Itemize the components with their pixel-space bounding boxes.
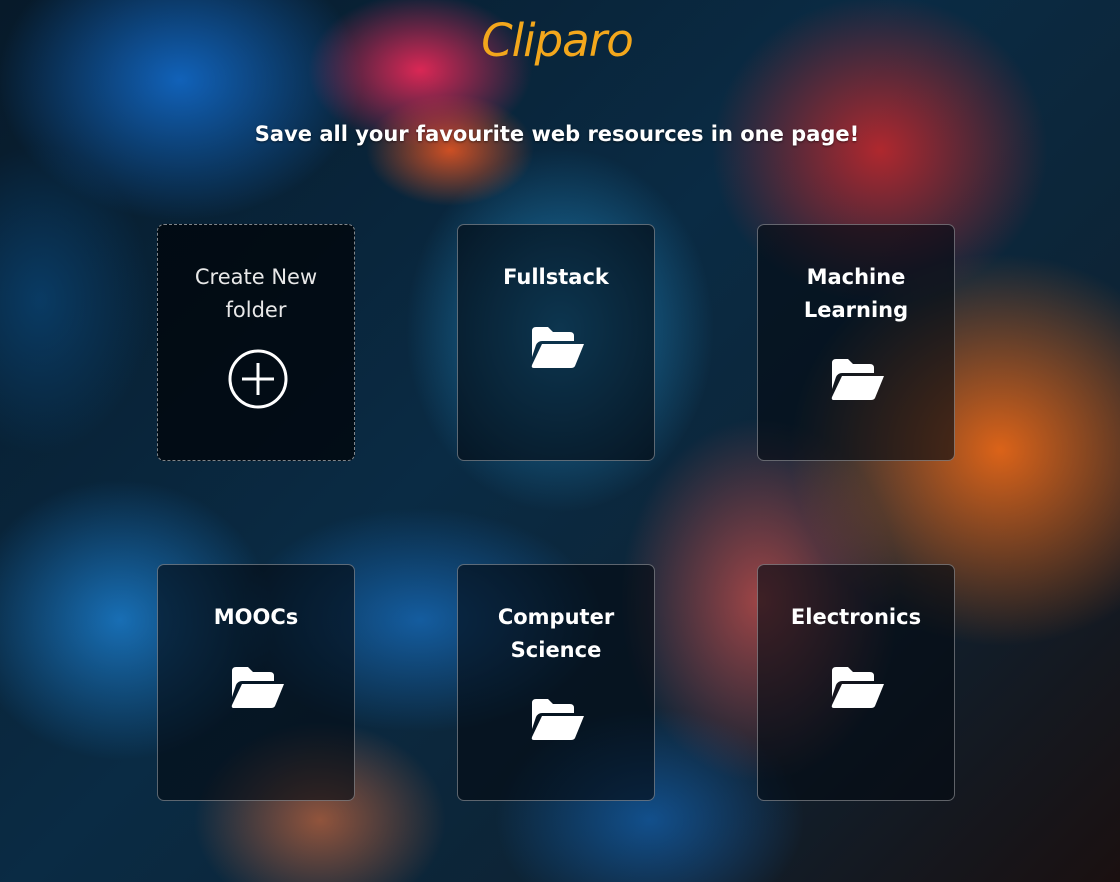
folder-label: Electronics	[790, 605, 922, 629]
folder-card-fullstack[interactable]: Fullstack	[457, 224, 655, 461]
create-folder-card[interactable]: Create New folder	[157, 224, 355, 461]
folder-card-electronics[interactable]: Electronics	[757, 564, 955, 801]
folder-open-icon	[831, 359, 884, 400]
folder-open-icon	[831, 667, 884, 708]
folder-open-icon	[231, 667, 284, 708]
folder-open-icon	[531, 699, 584, 740]
folder-card-machine-learning[interactable]: Machine Learning	[757, 224, 955, 461]
tagline: Save all your favourite web resources in…	[254, 122, 860, 146]
folder-label: Fullstack	[503, 265, 609, 289]
folder-open-icon	[531, 327, 584, 368]
folder-label: Computer Science	[497, 605, 615, 662]
folder-label: MOOCs	[213, 605, 299, 629]
folder-card-computer-science[interactable]: Computer Science	[457, 564, 655, 801]
brand-title: Cliparo	[481, 14, 634, 67]
plus-circle-icon[interactable]	[228, 349, 288, 409]
folder-card-moocs[interactable]: MOOCs	[157, 564, 355, 801]
create-folder-label: Create New folder	[194, 265, 318, 322]
folder-label: Machine Learning	[803, 265, 909, 322]
